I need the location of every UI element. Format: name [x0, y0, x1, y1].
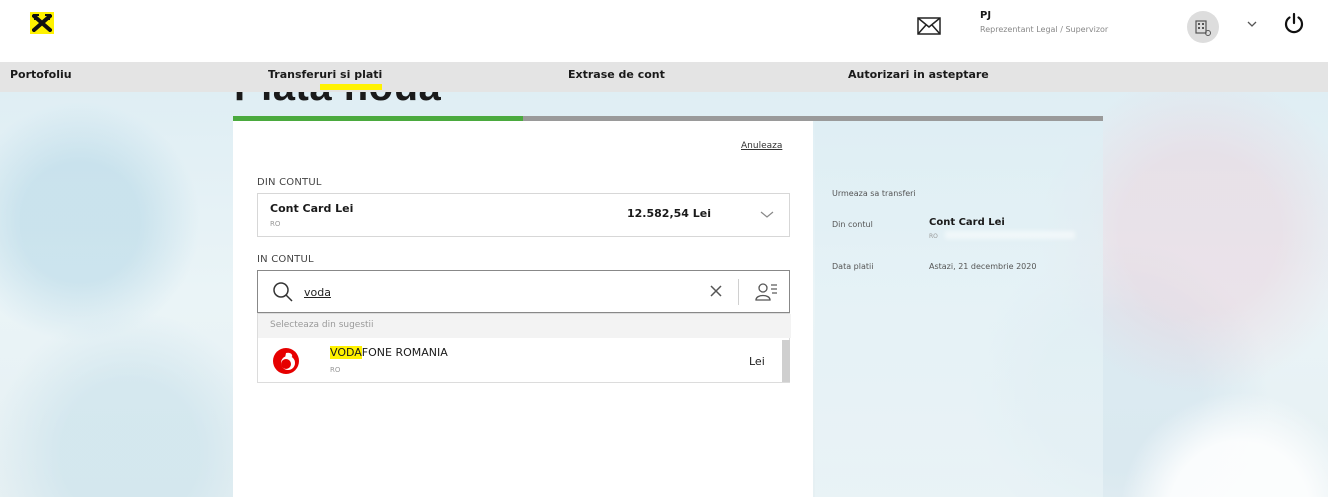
chevron-down-icon	[760, 211, 774, 218]
summary-from-account-name: Cont Card Lei	[929, 217, 1005, 228]
transfer-summary-panel: Urmeaza sa transferi Din contul Cont Car…	[815, 121, 1103, 497]
to-account-label: IN CONTUL	[257, 254, 314, 265]
summary-from-label: Din contul	[832, 220, 873, 229]
from-account-balance: 12.582,54 Lei	[627, 207, 712, 220]
building-icon	[1195, 20, 1211, 36]
cancel-link[interactable]: Anuleaza	[741, 141, 782, 151]
suggestion-iban: RO	[330, 366, 341, 374]
search-divider	[738, 279, 739, 305]
user-info: PJ Reprezentant Legal / Supervizor	[980, 10, 1108, 34]
suggestions-scrollbar[interactable]	[782, 340, 790, 382]
summary-title: Urmeaza sa transferi	[832, 189, 916, 198]
beneficiary-search-box	[257, 270, 790, 313]
power-icon[interactable]	[1283, 12, 1305, 34]
chevron-down-icon[interactable]	[1247, 20, 1257, 28]
suggestions-header: Selecteaza din sugestii	[258, 314, 791, 338]
summary-date-value: Astazi, 21 decembrie 2020	[929, 262, 1037, 271]
payment-form-panel: Anuleaza DIN CONTUL Cont Card Lei RO 12.…	[233, 121, 813, 497]
raiffeisen-logo-icon	[32, 14, 52, 32]
summary-iban-redacted	[945, 231, 1075, 239]
suggestion-name-rest: FONE ROMANIA	[361, 346, 448, 359]
suggestion-name-match: VODA	[330, 346, 362, 359]
user-role: Reprezentant Legal / Supervizor	[980, 25, 1109, 34]
nav-item-autorizari[interactable]: Autorizari in asteptare	[848, 68, 989, 81]
contacts-icon[interactable]	[754, 280, 778, 304]
raiffeisen-logo[interactable]	[30, 12, 54, 34]
beneficiary-search-input[interactable]	[304, 283, 684, 301]
close-icon[interactable]	[709, 284, 723, 298]
main-nav: Portofoliu Transferuri si plati Extrase …	[0, 62, 1328, 92]
summary-date-label: Data platii	[832, 262, 874, 271]
nav-item-portofoliu[interactable]: Portofoliu	[10, 68, 72, 81]
from-account-select[interactable]: Cont Card Lei RO 12.582,54 Lei	[257, 193, 790, 237]
user-name: PJ	[980, 10, 992, 21]
from-account-label: DIN CONTUL	[257, 177, 322, 188]
summary-from-account-iban: RO	[929, 233, 938, 240]
vodafone-logo-icon	[273, 348, 299, 374]
from-account-name: Cont Card Lei	[270, 202, 354, 215]
page-title-clip: Plata noua	[234, 92, 534, 106]
top-header: PJ Reprezentant Legal / Supervizor	[0, 0, 1328, 62]
search-icon	[273, 282, 293, 302]
company-icon[interactable]	[1187, 11, 1219, 43]
suggestion-item[interactable]: VODAFONE ROMANIA RO Lei	[258, 338, 780, 382]
suggestions-dropdown: Selecteaza din sugestii VODAFONE ROMANIA…	[257, 313, 791, 383]
suggestion-name: VODAFONE ROMANIA	[330, 346, 448, 359]
from-account-iban: RO	[270, 220, 281, 228]
nav-item-extrase[interactable]: Extrase de cont	[568, 68, 665, 81]
nav-item-transferuri[interactable]: Transferuri si plati	[268, 68, 382, 81]
nav-active-indicator	[320, 84, 382, 90]
page-title: Plata noua	[234, 92, 441, 106]
mail-icon[interactable]	[917, 17, 941, 35]
suggestion-currency: Lei	[749, 355, 765, 368]
